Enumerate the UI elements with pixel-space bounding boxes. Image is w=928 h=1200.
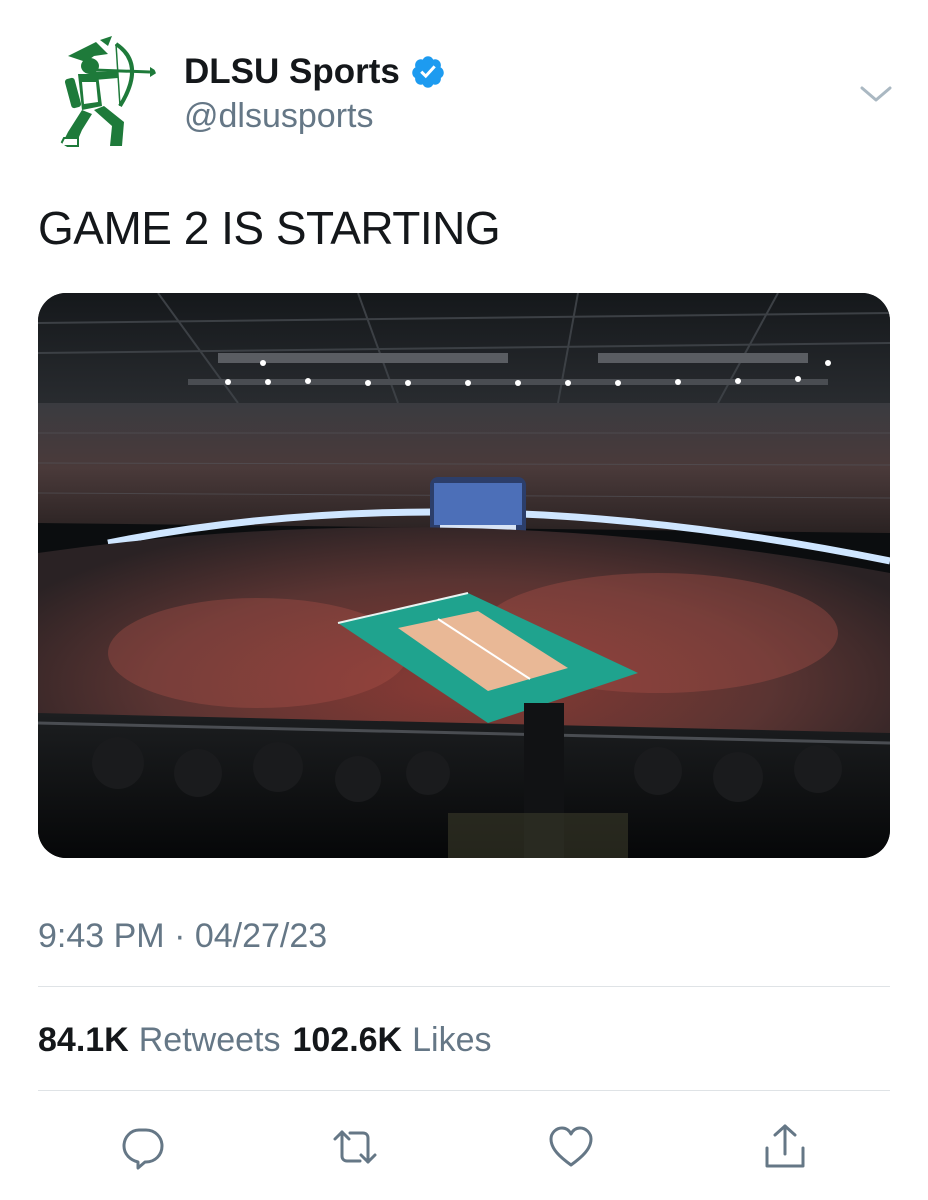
share-button[interactable] [760,1122,810,1172]
retweets-stat[interactable]: 84.1K Retweets [38,1020,280,1060]
retweets-count: 84.1K [38,1021,129,1059]
retweets-label: Retweets [138,1021,281,1059]
arena-volleyball-court-photo [38,293,890,858]
retweet-icon [333,1130,377,1164]
tweet-timestamp[interactable]: 9:43 PM · 04/27/23 [38,916,327,956]
divider [38,1090,890,1091]
tweet-photo[interactable] [38,293,890,858]
author-handle[interactable]: @dlsusports [184,96,373,136]
likes-stat[interactable]: 102.6K Likes [292,1020,491,1060]
tweet-text: GAME 2 IS STARTING [38,202,501,254]
avatar[interactable] [38,34,160,156]
display-name[interactable]: DLSU Sports [184,52,400,92]
tweet-options-button[interactable] [856,78,896,108]
reply-button[interactable] [118,1122,168,1172]
reply-icon [122,1128,164,1170]
author-name-row[interactable]: DLSU Sports [184,52,446,92]
divider [38,986,890,987]
like-button[interactable] [546,1122,596,1172]
tweet-card: DLSU Sports @dlsusports GAME 2 IS STARTI… [0,0,928,1200]
share-icon [765,1124,805,1168]
likes-label: Likes [412,1021,492,1059]
verified-badge-icon [412,56,444,88]
tweet-stats: 84.1K Retweets 102.6K Likes [38,1020,491,1060]
chevron-down-icon [860,86,892,102]
retweet-button[interactable] [330,1122,380,1172]
like-icon [549,1126,593,1167]
likes-count: 102.6K [292,1021,403,1059]
green-archer-logo-icon [58,36,158,147]
